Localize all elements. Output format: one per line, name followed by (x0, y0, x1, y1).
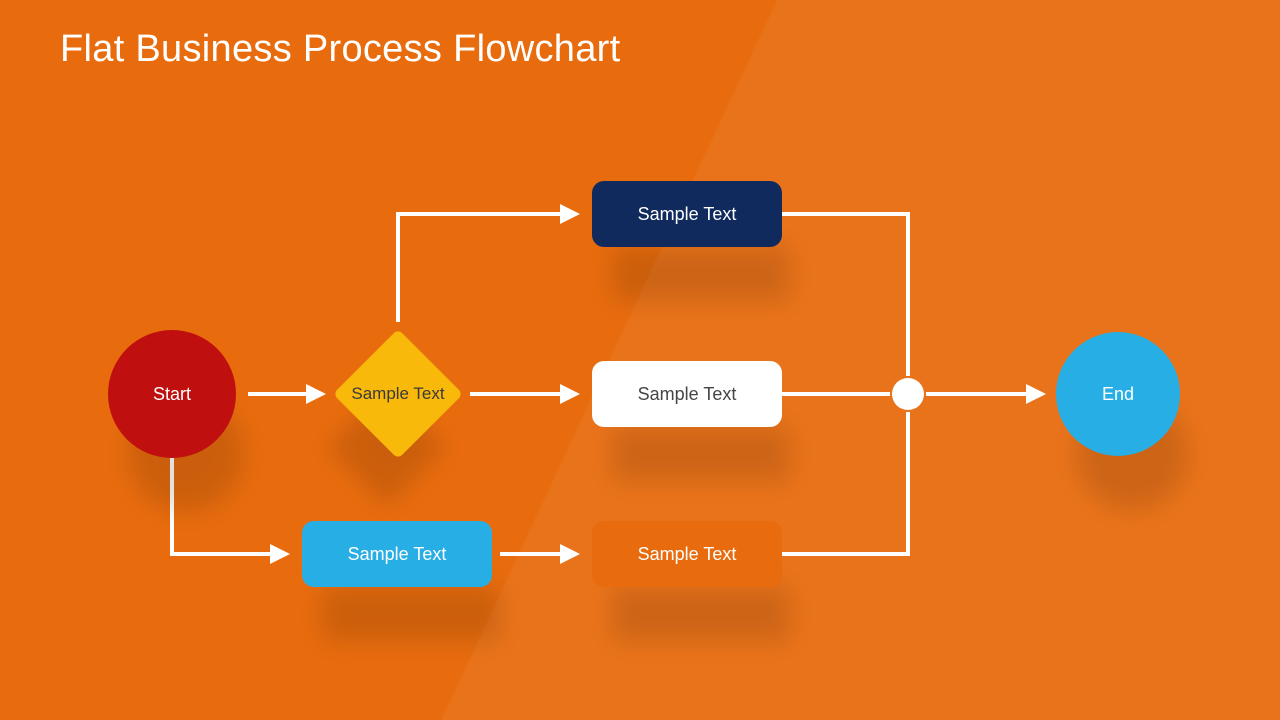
process-white: Sample Text (592, 361, 782, 427)
process-white-label: Sample Text (638, 384, 737, 405)
start-node: Start (108, 330, 236, 458)
end-node: End (1056, 332, 1180, 456)
process-navy: Sample Text (592, 181, 782, 247)
process-cyan: Sample Text (302, 521, 492, 587)
flowchart-slide: Flat Business Process Flowchart Start (0, 0, 1280, 720)
arrow-decision-to-navy (398, 214, 576, 322)
process-navy-label: Sample Text (638, 204, 737, 225)
start-label: Start (153, 384, 191, 405)
slide-title: Flat Business Process Flowchart (60, 28, 621, 71)
junction-node (892, 378, 924, 410)
process-orange: Sample Text (592, 521, 782, 587)
process-cyan-label: Sample Text (348, 544, 447, 565)
line-navy-to-junction (782, 214, 908, 376)
arrow-start-to-cyan (172, 458, 286, 554)
decision-node: Sample Text (338, 334, 458, 454)
line-orange-to-junction (782, 412, 908, 554)
decision-label: Sample Text (351, 384, 444, 404)
process-orange-label: Sample Text (638, 544, 737, 565)
end-label: End (1102, 384, 1134, 405)
